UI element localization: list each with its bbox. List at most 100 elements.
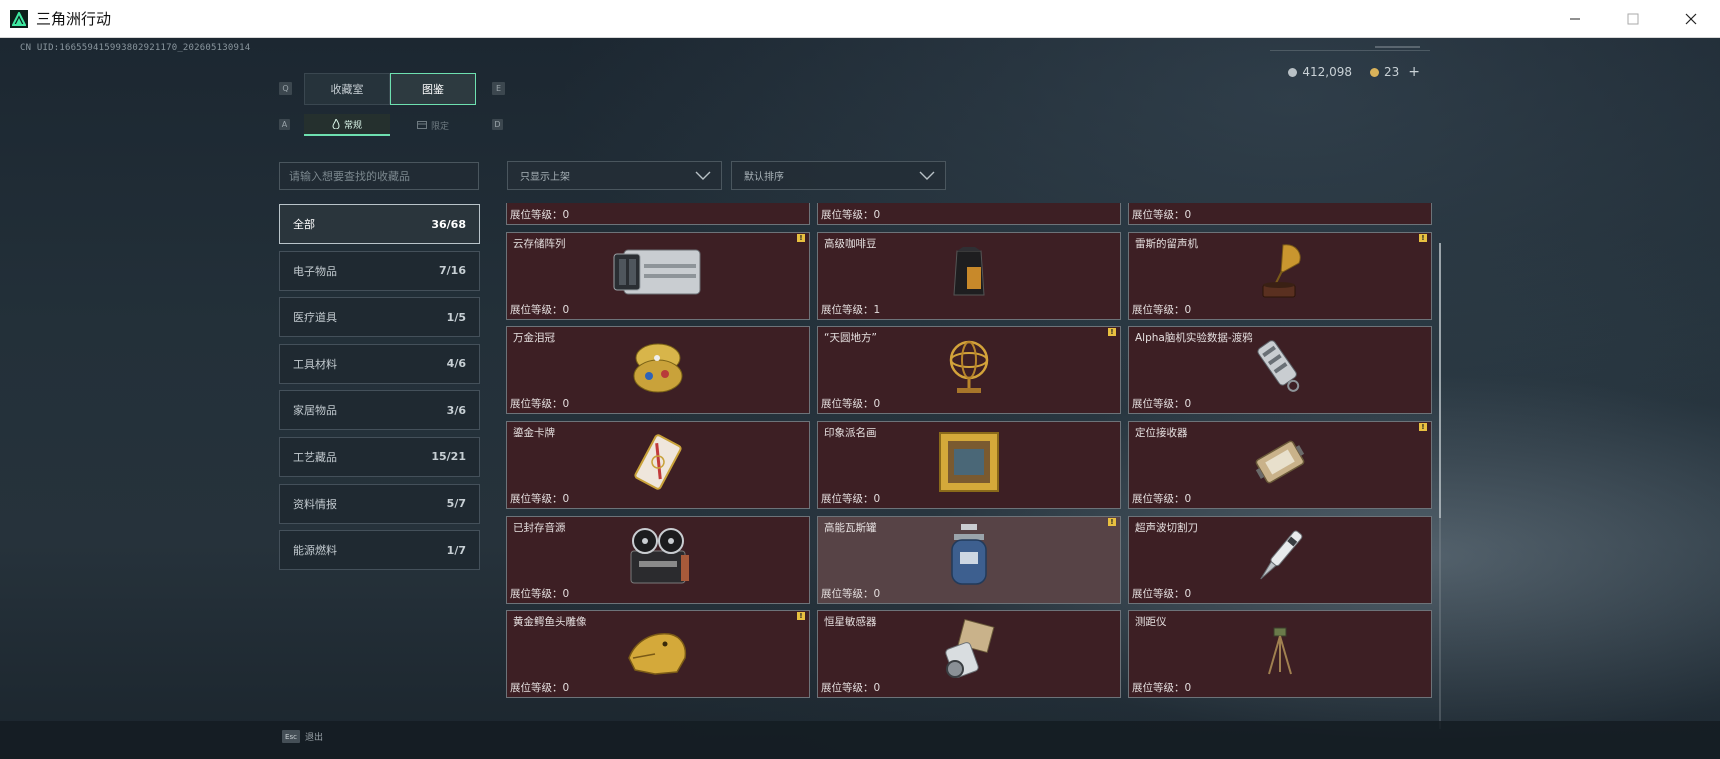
tab-limited[interactable]: 限定 xyxy=(390,114,476,136)
category-energy[interactable]: 能源燃料 1/7 xyxy=(279,530,480,571)
category-label: 家居物品 xyxy=(293,404,337,418)
item-level-value: 0 xyxy=(562,303,570,316)
item-level: 展位等级：0 xyxy=(1132,491,1191,506)
item-level: 展位等级：0 xyxy=(510,586,569,601)
category-crafts[interactable]: 工艺藏品 15/21 xyxy=(279,436,480,477)
item-name: 黄金鳄鱼头雕像 xyxy=(513,616,587,629)
category-medical[interactable]: 医疗道具 1/5 xyxy=(279,297,480,338)
item-level-label: 展位等级： xyxy=(510,303,563,316)
display-filter-value: 只显示上架 xyxy=(520,172,570,183)
item-name: “天圆地方” xyxy=(824,332,877,345)
item-level-label: 展位等级： xyxy=(821,209,874,221)
item-name: 高能瓦斯罐 xyxy=(824,521,877,534)
sub-tabs: 常规 限定 xyxy=(304,114,476,136)
grid-scroll-thumb[interactable] xyxy=(1439,243,1441,518)
item-card[interactable]: 定位接收器 ! 展位等级：0 xyxy=(1128,421,1432,510)
item-card[interactable]: 雷斯的留声机 ! 展位等级：0 xyxy=(1128,231,1432,320)
item-level-value: 0 xyxy=(562,493,570,506)
tab-regular[interactable]: 常规 xyxy=(304,114,390,136)
item-name: 印象派名画 xyxy=(824,427,877,440)
item-card[interactable]: 超声波切割刀 展位等级：0 xyxy=(1128,515,1432,604)
sort-dropdown[interactable]: 默认排序 xyxy=(731,161,946,190)
item-card[interactable]: 高能瓦斯罐 ! 展位等级：0 xyxy=(817,515,1121,604)
category-count: 1/5 xyxy=(446,310,466,324)
game-viewport: CN UID:1665594159938029​21170_2026051309… xyxy=(0,38,1720,759)
item-level-label: 展位等级： xyxy=(510,682,563,695)
category-count: 5/7 xyxy=(446,497,466,511)
box-icon xyxy=(416,121,427,129)
item-card[interactable]: 展位等级：0 xyxy=(1128,203,1432,225)
item-level-value: 0 xyxy=(1184,398,1192,411)
item-level: 展位等级：0 xyxy=(510,302,569,317)
item-level-label: 展位等级： xyxy=(1132,398,1185,411)
item-level-value: 0 xyxy=(562,209,570,221)
main-tabs: 收藏室 图鉴 xyxy=(304,73,476,105)
item-level-value: 0 xyxy=(562,682,570,695)
item-level-label: 展位等级： xyxy=(510,587,563,600)
close-button[interactable] xyxy=(1662,0,1720,38)
item-level-label: 展位等级： xyxy=(821,493,874,506)
item-card[interactable]: 测距仪 展位等级：0 xyxy=(1128,610,1432,699)
maximize-icon xyxy=(1627,13,1639,25)
item-level-value: 0 xyxy=(873,493,881,506)
gramophone-icon xyxy=(1262,244,1301,298)
item-level-label: 展位等级： xyxy=(1132,209,1185,221)
item-name: 雷斯的留声机 xyxy=(1135,237,1198,250)
user-uid: CN UID:1665594159938029​21170_2026051309… xyxy=(20,43,251,53)
category-electronics[interactable]: 电子物品 7/16 xyxy=(279,250,480,291)
item-grid: 展位等级：0 展位等级：0 展位等级：0 云存储阵列 ! 展位等级：0 高级咖啡… xyxy=(506,203,1435,729)
item-level-value: 0 xyxy=(562,587,570,600)
maximize-button[interactable] xyxy=(1604,0,1662,38)
tab-collection-room[interactable]: 收藏室 xyxy=(304,73,390,105)
item-level: 展位等级：0 xyxy=(821,491,880,506)
category-tools[interactable]: 工具材料 4/6 xyxy=(279,343,480,384)
item-card[interactable]: Alpha脑机实验数据-渡鸦 展位等级：0 xyxy=(1128,326,1432,415)
ultrasonic-cutter-icon xyxy=(1260,530,1303,580)
item-card[interactable]: 展位等级：0 xyxy=(506,203,810,225)
window-controls xyxy=(1546,0,1720,38)
item-card[interactable]: 印象派名画 展位等级：0 xyxy=(817,421,1121,510)
esc-key-hint: Esc xyxy=(282,730,300,743)
gold-amount: 23 xyxy=(1383,65,1400,79)
search-input[interactable] xyxy=(279,162,479,190)
tab-codex[interactable]: 图鉴 xyxy=(390,73,476,105)
item-card[interactable]: 鎏金卡牌 展位等级：0 xyxy=(506,421,810,510)
item-card[interactable]: 恒星敏感器 展位等级：0 xyxy=(817,610,1121,699)
item-card[interactable]: 万金泪冠 展位等级：0 xyxy=(506,326,810,415)
item-name: 高级咖啡豆 xyxy=(824,237,877,250)
display-filter-dropdown[interactable]: 只显示上架 xyxy=(507,161,722,190)
exit-button[interactable]: Esc 退出 xyxy=(282,730,323,743)
item-card[interactable]: 已封存音源 展位等级：0 xyxy=(506,515,810,604)
category-household[interactable]: 家居物品 3/6 xyxy=(279,390,480,431)
item-level-value: 0 xyxy=(1184,587,1192,600)
sort-value: 默认排序 xyxy=(744,172,784,183)
gold-coin-icon xyxy=(1369,67,1379,77)
key-hint-q: Q xyxy=(279,82,292,95)
item-level: 展位等级：0 xyxy=(510,491,569,506)
minimize-button[interactable] xyxy=(1546,0,1604,38)
item-name: 已封存音源 xyxy=(513,521,566,534)
item-card[interactable]: 展位等级：0 xyxy=(817,203,1121,225)
framed-painting-icon xyxy=(939,431,999,492)
add-currency-button[interactable]: + xyxy=(1408,64,1420,80)
category-count: 15/21 xyxy=(431,450,466,464)
item-level-value: 0 xyxy=(1184,493,1192,506)
item-card[interactable]: 云存储阵列 ! 展位等级：0 xyxy=(506,231,810,320)
item-card[interactable]: 高级咖啡豆 展位等级：1 xyxy=(817,231,1121,320)
item-card[interactable]: “天圆地方” ! 展位等级：0 xyxy=(817,326,1121,415)
item-name: 超声波切割刀 xyxy=(1135,521,1198,534)
category-all[interactable]: 全部 36/68 xyxy=(279,204,480,244)
item-name: 万金泪冠 xyxy=(513,332,555,345)
item-level-value: 0 xyxy=(1184,209,1192,221)
category-intel[interactable]: 资料情报 5/7 xyxy=(279,483,480,524)
category-count: 1/7 xyxy=(446,543,466,557)
minimize-icon xyxy=(1570,18,1580,20)
silver-amount: 412,098 xyxy=(1302,65,1352,79)
close-icon xyxy=(1685,13,1697,25)
item-card[interactable]: 黄金鳄鱼头雕像 ! 展位等级：0 xyxy=(506,610,810,699)
gas-tank-icon xyxy=(951,524,987,586)
tab-regular-label: 常规 xyxy=(343,120,362,131)
item-level-label: 展位等级： xyxy=(821,587,874,600)
item-level: 展位等级：0 xyxy=(821,207,880,222)
item-level-label: 展位等级： xyxy=(1132,303,1185,316)
